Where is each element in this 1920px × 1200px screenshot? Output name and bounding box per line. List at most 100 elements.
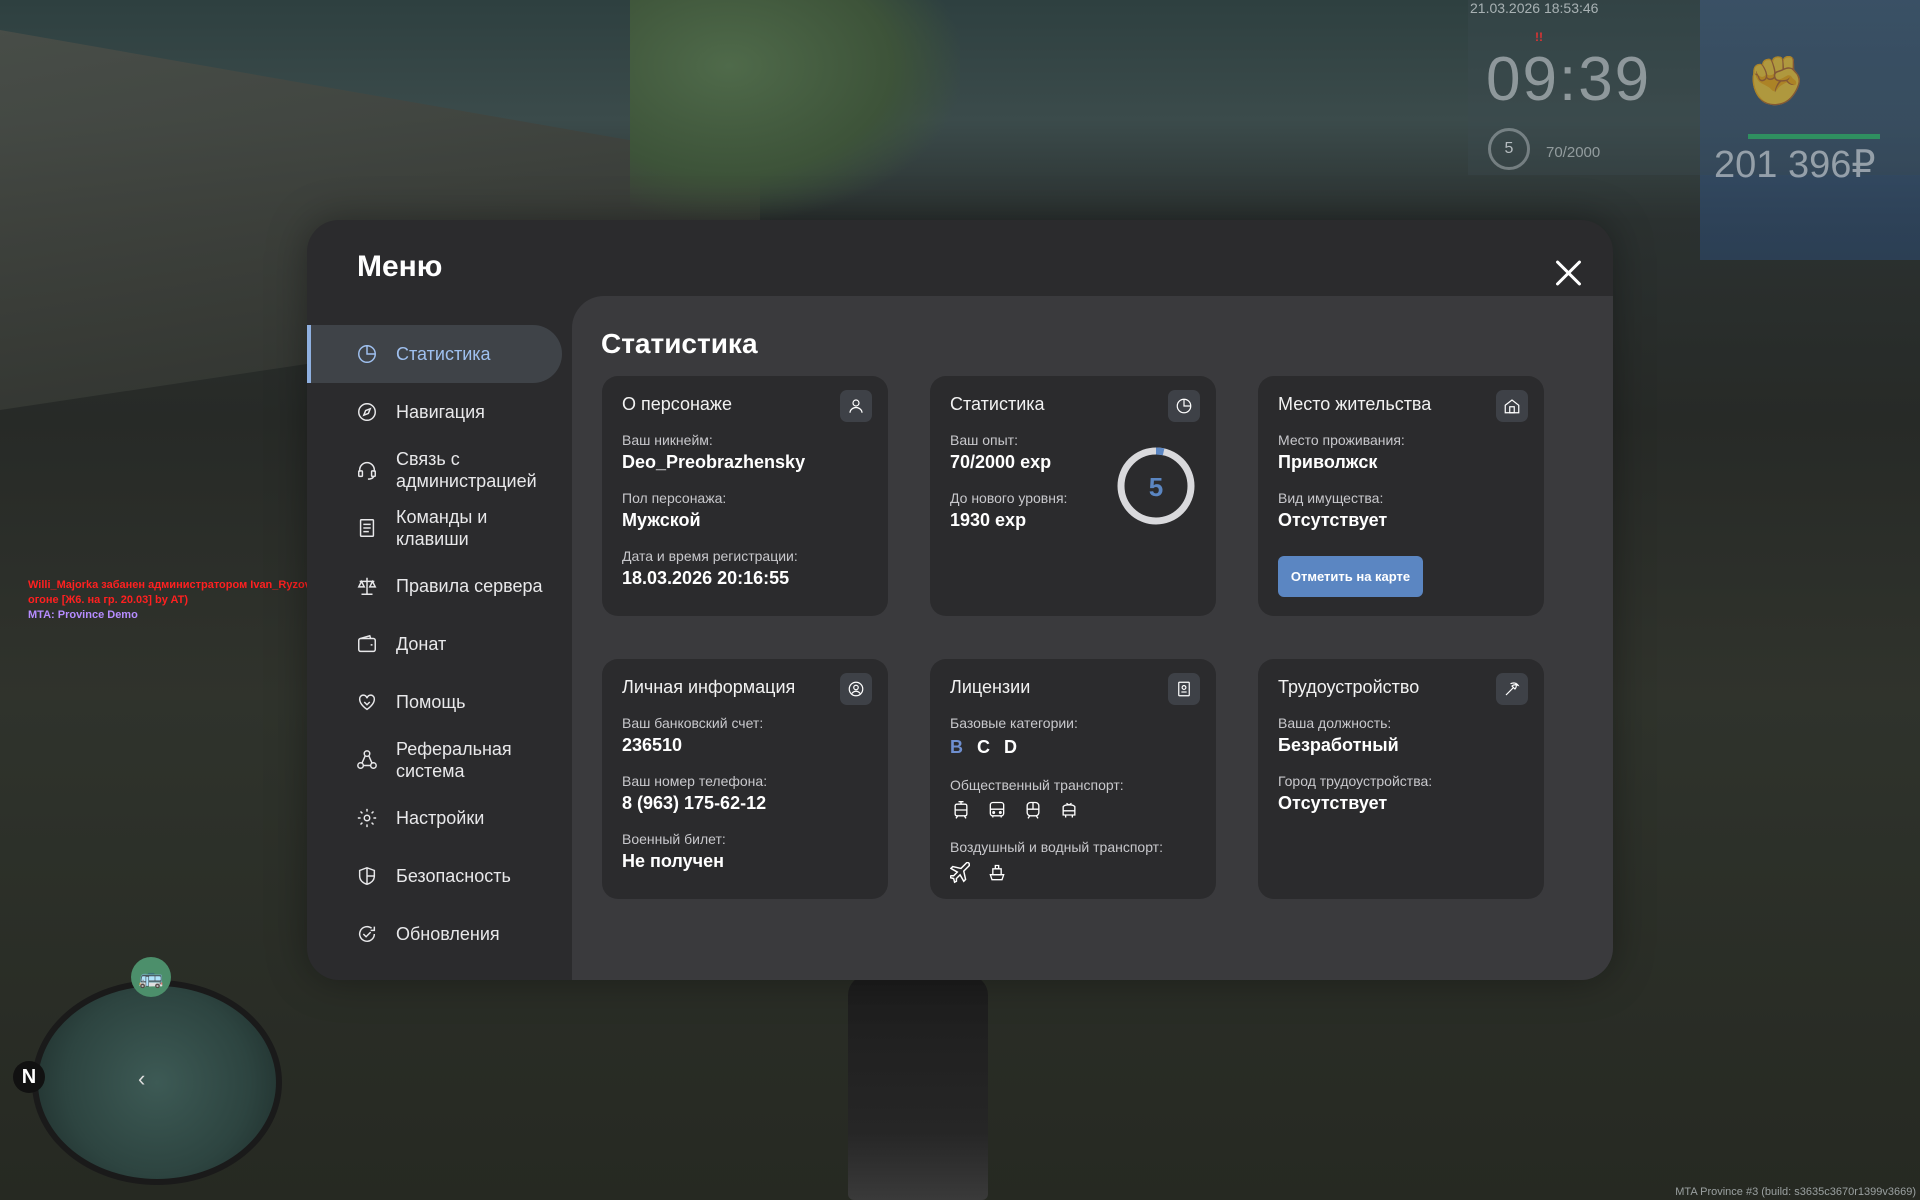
pie-chart-icon <box>1168 390 1200 422</box>
card-licenses: Лицензии Базовые категории: B C D Общест… <box>930 659 1216 899</box>
tram-icon <box>950 799 972 821</box>
field-label: Ваша должность: <box>1278 715 1392 731</box>
build-info: MTA Province #3 (build: s3635c3670r1399v… <box>1675 1186 1916 1198</box>
radar-minimap <box>32 980 282 1185</box>
card-residence: Место жительства Место проживания: Приво… <box>1258 376 1544 616</box>
gear-icon <box>355 806 379 830</box>
sidebar-item-referral[interactable]: Реферальная система <box>307 731 562 789</box>
property-value: Отсутствует <box>1278 510 1388 530</box>
field-label: Базовые категории: <box>950 715 1078 731</box>
card-statistics: Статистика Ваш опыт: 70/2000 exp До ново… <box>930 376 1216 616</box>
sidebar-item-label: Донат <box>396 634 447 654</box>
trolleybus-icon <box>1058 799 1080 821</box>
field-label: До нового уровня: <box>950 490 1068 506</box>
sidebar-item-label: Безопасность <box>396 866 511 886</box>
game-trees <box>630 0 960 220</box>
card-title: Статистика <box>950 394 1045 414</box>
headset-icon <box>355 458 379 482</box>
hud-money: 201 396₽ <box>1714 144 1876 186</box>
phone-value: 8 (963) 175-62-12 <box>622 793 767 813</box>
card-title: Трудоустройство <box>1278 677 1420 697</box>
pickaxe-icon <box>1496 673 1528 705</box>
hud-clock: 09:39 <box>1486 45 1652 114</box>
job-city-value: Отсутствует <box>1278 793 1388 813</box>
license-category-d: D <box>1004 737 1017 757</box>
card-personal-info: Личная информация Ваш банковский счет: 2… <box>602 659 888 899</box>
card-title: О персонаже <box>622 394 732 414</box>
refresh-check-icon <box>355 922 379 946</box>
content-title: Статистика <box>601 328 758 359</box>
level-progress-ring: 5 <box>1117 447 1195 525</box>
license-category-c: C <box>977 737 990 757</box>
sidebar-item-security[interactable]: Безопасность <box>307 847 562 905</box>
next-level-value: 1930 exp <box>950 510 1027 530</box>
user-circle-icon <box>840 673 872 705</box>
sidebar-item-label: Статистика <box>396 344 491 364</box>
sidebar-item-admin-contact[interactable]: Связь с администрацией <box>307 441 562 499</box>
sidebar-item-commands[interactable]: Команды и клавиши <box>307 499 562 557</box>
air-water-transport-icons <box>950 862 1008 884</box>
sidebar-item-label: Обновления <box>396 924 500 944</box>
field-label: Место проживания: <box>1278 432 1405 448</box>
id-card-icon <box>1168 673 1200 705</box>
hud-level: 5 <box>1504 140 1514 157</box>
field-label: Военный билет: <box>622 831 726 847</box>
sidebar-item-navigation[interactable]: Навигация <box>307 383 562 441</box>
military-id-value: Не получен <box>622 851 724 871</box>
close-button[interactable] <box>1547 252 1591 296</box>
license-categories: B C D <box>950 737 1017 758</box>
public-transport-icons <box>950 799 1080 821</box>
card-character: О персонаже Ваш никнейм: Deo_Preobrazhen… <box>602 376 888 616</box>
player-character <box>848 975 988 1200</box>
wallet-icon <box>355 632 379 656</box>
field-label: Город трудоустройства: <box>1278 773 1433 789</box>
hud-alert: !! <box>1535 30 1543 44</box>
sidebar-item-label: Реферальная система <box>396 739 512 781</box>
scales-icon <box>355 574 379 598</box>
license-category-b: B <box>950 737 963 757</box>
sidebar-item-updates[interactable]: Обновления <box>307 905 562 963</box>
menu-title: Меню <box>357 250 443 283</box>
level-number: 5 <box>1149 472 1163 502</box>
card-title: Место жительства <box>1278 394 1432 414</box>
house-icon <box>1496 390 1528 422</box>
sidebar-item-settings[interactable]: Настройки <box>307 789 562 847</box>
user-icon <box>840 390 872 422</box>
sidebar-item-label: Навигация <box>396 402 485 422</box>
bus-stop-icon: 🚌 <box>131 957 171 997</box>
sidebar-item-label: Настройки <box>396 808 485 828</box>
mark-on-map-button[interactable]: Отметить на карте <box>1278 556 1423 597</box>
exp-value: 70/2000 exp <box>950 452 1052 472</box>
content-panel: Статистика О персонаже Ваш никнейм: Deo_… <box>572 296 1613 980</box>
pie-chart-icon <box>355 342 379 366</box>
field-label: Пол персонажа: <box>622 490 727 506</box>
field-label: Общественный транспорт: <box>950 777 1124 793</box>
registration-value: 18.03.2026 20:16:55 <box>622 568 790 588</box>
hud-datetime: 21.03.2026 18:53:46 <box>1470 0 1599 16</box>
player-arrow-icon: ‹ <box>138 1066 146 1091</box>
network-icon <box>355 748 379 772</box>
bank-account-value: 236510 <box>622 735 683 755</box>
document-icon <box>355 516 379 540</box>
radar-north: N <box>13 1061 45 1093</box>
bus-icon <box>986 799 1008 821</box>
hud-level-ring: 5 <box>1488 128 1530 170</box>
card-employment: Трудоустройство Ваша должность: Безработ… <box>1258 659 1544 899</box>
train-icon <box>1022 799 1044 821</box>
ship-icon <box>986 862 1008 884</box>
menu-window: Меню Статистика Навигация Связь с админи… <box>307 220 1613 980</box>
sidebar-item-label: Правила сервера <box>396 576 543 596</box>
hud-exp: 70/2000 <box>1546 144 1601 161</box>
card-title: Лицензии <box>950 677 1031 697</box>
sidebar-item-rules[interactable]: Правила сервера <box>307 557 562 615</box>
sidebar-item-statistics[interactable]: Статистика <box>307 325 562 383</box>
residence-value: Приволжск <box>1278 452 1378 472</box>
helping-hands-icon <box>355 690 379 714</box>
shield-icon <box>355 864 379 888</box>
sidebar-item-donate[interactable]: Донат <box>307 615 562 673</box>
sidebar-item-label: Связь с администрацией <box>396 449 537 491</box>
sidebar-item-help[interactable]: Помощь <box>307 673 562 731</box>
nickname-value: Deo_Preobrazhensky <box>622 452 806 472</box>
sidebar-item-label: Помощь <box>396 692 466 712</box>
health-bar <box>1748 134 1880 139</box>
